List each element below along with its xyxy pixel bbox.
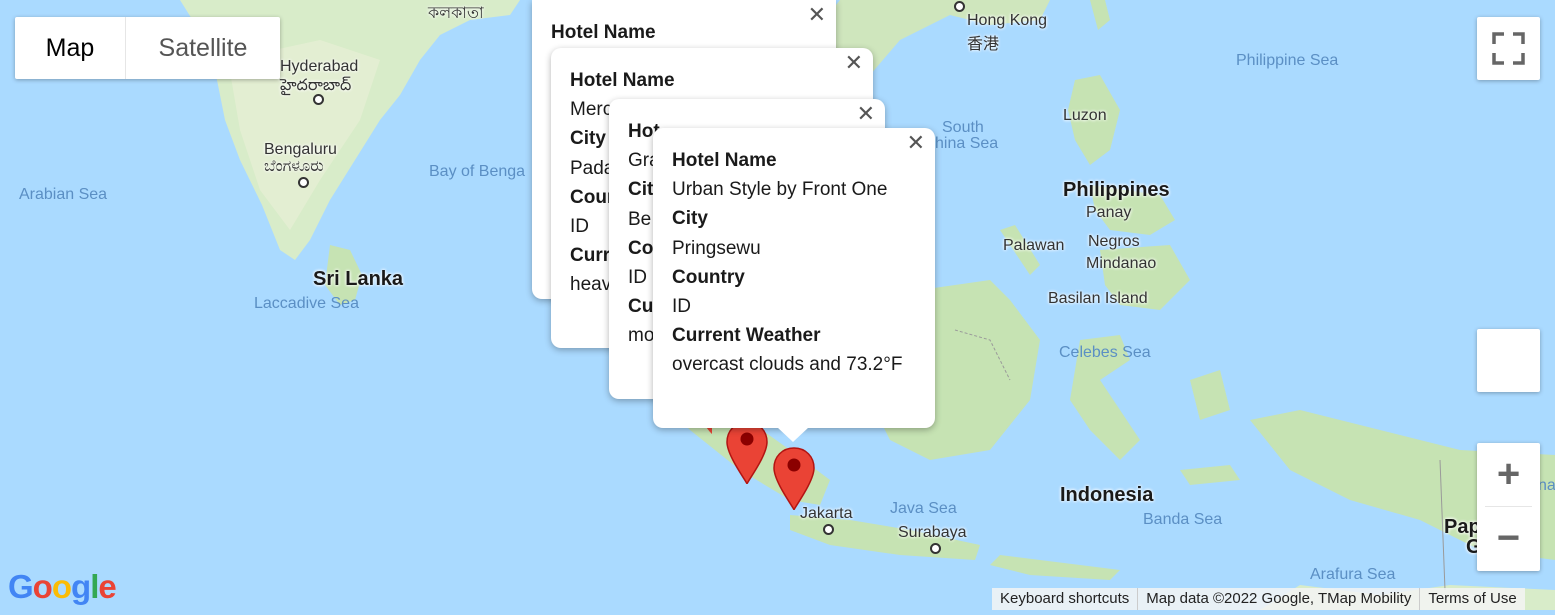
label-philippines: Philippines [1063, 179, 1170, 201]
info-window-4: ✕ Hotel Name Urban Style by Front One Ci… [653, 128, 935, 428]
label-surabaya: Surabaya [898, 524, 967, 541]
label-south-china-sea-2: hina Sea [935, 135, 999, 152]
marker-pin[interactable] [725, 420, 769, 486]
label-kolkata: কলকাতা [428, 5, 484, 22]
label-laccadive-sea: Laccadive Sea [254, 295, 359, 312]
info-key: Hotel Name [551, 22, 656, 43]
close-icon[interactable]: ✕ [808, 2, 826, 28]
info-window-content: Hotel Name Urban Style by Front One City… [672, 146, 902, 380]
label-panay: Panay [1086, 204, 1132, 221]
zoom-control: + − [1477, 443, 1540, 571]
label-banda-sea: Banda Sea [1143, 511, 1223, 528]
label-indonesia: Indonesia [1060, 484, 1154, 506]
close-icon[interactable]: ✕ [857, 101, 875, 127]
info-key: Current Weather [672, 325, 821, 347]
keyboard-shortcuts-link[interactable]: Keyboard shortcuts [992, 588, 1137, 610]
fullscreen-button[interactable] [1477, 17, 1540, 80]
city-dot-jakarta [823, 524, 834, 535]
label-hyderabad: Hyderabad [280, 58, 359, 75]
label-bay-of-bengal: Bay of Benga [429, 163, 526, 180]
label-arafura-sea: Arafura Sea [1310, 566, 1396, 583]
map-type-satellite-button[interactable]: Satellite [126, 17, 280, 79]
label-philippine-sea: Philippine Sea [1236, 52, 1339, 69]
label-negros: Negros [1088, 233, 1140, 250]
pegman-control[interactable] [1477, 329, 1540, 392]
label-na: na [1538, 477, 1555, 494]
label-bengaluru: Bengaluru [264, 141, 337, 158]
label-hong-kong: Hong Kong [967, 12, 1048, 29]
zoom-out-button[interactable]: − [1477, 507, 1540, 570]
label-hong-kong-cn: 香港 [967, 36, 1000, 53]
map-type-control: Map Satellite [15, 17, 280, 79]
logo-letter: G [8, 568, 34, 605]
logo-letter: e [98, 568, 116, 605]
map-type-map-button[interactable]: Map [15, 17, 126, 79]
label-basilan: Basilan Island [1048, 290, 1148, 307]
info-window-content: Hotel Name [551, 18, 656, 47]
label-mindanao: Mindanao [1086, 255, 1157, 272]
label-luzon: Luzon [1063, 107, 1107, 124]
city-dot-hyderabad [313, 94, 324, 105]
zoom-in-button[interactable]: + [1477, 443, 1540, 506]
info-key: City [672, 208, 708, 230]
label-java-sea: Java Sea [890, 500, 957, 517]
close-icon[interactable]: ✕ [907, 130, 925, 156]
label-palawan: Palawan [1003, 237, 1065, 254]
city-dot-bengaluru [298, 177, 309, 188]
info-value: Urban Style by Front One [672, 179, 888, 201]
label-bengaluru-kn: ಬೆಂಗಳೂರು [264, 158, 324, 175]
logo-letter: o [32, 568, 53, 605]
logo-letter: o [51, 568, 72, 605]
info-key: Hotel Name [570, 70, 675, 91]
info-value: overcast clouds and 73.2°F [672, 354, 903, 376]
info-value: Pringsewu [672, 237, 761, 259]
info-window-tail [777, 427, 809, 442]
label-celebes-sea: Celebes Sea [1059, 344, 1151, 361]
map-data-attribution: Map data ©2022 Google, TMap Mobility [1137, 588, 1419, 610]
terms-of-use-link[interactable]: Terms of Use [1419, 588, 1524, 610]
city-dot-hong-kong [954, 1, 965, 12]
city-dot-surabaya [930, 543, 941, 554]
fullscreen-icon [1492, 32, 1525, 65]
info-key: Hotel Name [672, 150, 777, 171]
marker-pin[interactable] [772, 446, 816, 512]
attribution-bar: Keyboard shortcuts Map data ©2022 Google… [992, 588, 1525, 610]
logo-letter: g [71, 568, 91, 605]
info-key: Country [672, 266, 745, 288]
label-arabian-sea: Arabian Sea [19, 186, 108, 203]
info-value: ID [672, 296, 691, 318]
close-icon[interactable]: ✕ [845, 50, 863, 76]
google-logo: Google [8, 568, 117, 606]
label-sri-lanka: Sri Lanka [313, 268, 404, 290]
